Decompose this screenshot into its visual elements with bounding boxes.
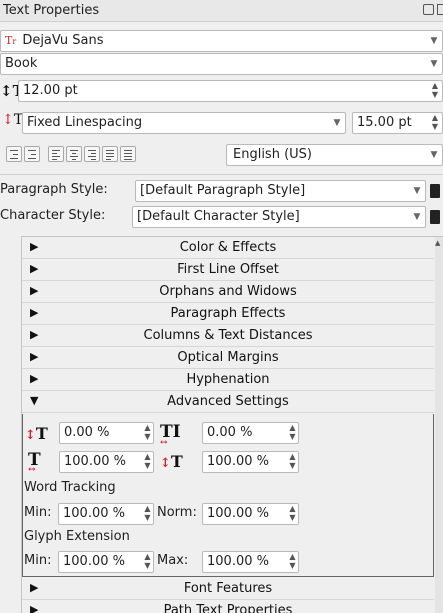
divider <box>0 174 443 175</box>
close-icon[interactable] <box>437 4 443 15</box>
spin-arrows-icon[interactable]: ▲ ▼ <box>141 423 153 443</box>
scale-width-icon: T ↔ <box>28 450 41 475</box>
language-value: English (US) <box>233 147 312 162</box>
spin-arrows-icon[interactable]: ▲ ▼ <box>286 452 298 472</box>
section-label: Hyphenation <box>186 372 270 387</box>
section-label: Paragraph Effects <box>170 306 286 321</box>
language-combo[interactable]: English (US) ▼ <box>226 144 443 166</box>
scale-width-value: 100.00 % <box>64 454 126 469</box>
float-icon[interactable] <box>423 4 434 15</box>
chevron-down-icon: ▼ <box>430 59 438 69</box>
section-optical-margins[interactable]: ▶ Optical Margins <box>22 347 434 369</box>
spin-arrows-icon[interactable]: ▲ ▼ <box>286 423 298 443</box>
spin-arrows-icon[interactable]: ▲ ▼ <box>286 504 298 524</box>
align-justify-icon[interactable] <box>102 146 118 162</box>
section-label: First Line Offset <box>177 262 279 277</box>
section-columns-text-distances[interactable]: ▶ Columns & Text Distances <box>22 325 434 347</box>
chevron-down-icon: ▼ <box>430 150 438 160</box>
indent-decrease-icon[interactable] <box>24 146 40 162</box>
word-min-label: Min: <box>24 505 52 520</box>
character-style-combo[interactable]: [Default Character Style] ▼ <box>132 206 426 228</box>
word-min-value: 100.00 % <box>63 506 125 521</box>
scale-height-field[interactable]: 100.00 % ▲ ▼ <box>202 451 299 473</box>
alignment-row: English (US) ▼ <box>0 143 443 167</box>
paragraph-style-label: Paragraph Style: <box>0 182 108 197</box>
section-color-effects[interactable]: ▶ Color & Effects <box>22 237 434 259</box>
character-style-label: Character Style: <box>0 208 106 223</box>
scroll-up-icon[interactable]: ▲ <box>435 239 440 247</box>
spin-arrows-icon[interactable]: ▲ ▼ <box>141 552 153 572</box>
spin-arrows-icon[interactable]: ▲ ▼ <box>428 113 442 133</box>
font-family-value: DejaVu Sans <box>22 33 104 48</box>
section-first-line-offset[interactable]: ▶ First Line Offset <box>22 259 434 281</box>
section-font-features[interactable]: ▶ Font Features <box>22 578 434 600</box>
paragraph-style-value: [Default Paragraph Style] <box>140 183 306 198</box>
paragraph-style-combo[interactable]: [Default Paragraph Style] ▼ <box>135 180 426 202</box>
spin-arrows-icon[interactable]: ▲ ▼ <box>286 552 298 572</box>
spin-arrows-icon[interactable]: ▲ ▼ <box>141 452 153 472</box>
chevron-down-icon: ▼ <box>413 212 421 222</box>
section-label: Advanced Settings <box>167 394 289 409</box>
align-left-icon[interactable] <box>48 146 64 162</box>
section-path-text-properties[interactable]: ▶ Path Text Properties <box>22 600 434 613</box>
align-right-icon[interactable] <box>84 146 100 162</box>
scale-height-icon: ↕T <box>160 452 183 471</box>
section-paragraph-effects[interactable]: ▶ Paragraph Effects <box>22 303 434 325</box>
chevron-down-icon: ▼ <box>413 186 421 196</box>
baseline-offset-field[interactable]: 0.00 % ▲ ▼ <box>59 422 154 444</box>
spin-arrows-icon[interactable]: ▲ ▼ <box>141 504 153 524</box>
tracking-value: 0.00 % <box>207 425 253 440</box>
tracking-field[interactable]: 0.00 % ▲ ▼ <box>202 422 299 444</box>
section-label: Color & Effects <box>179 240 277 255</box>
font-family-combo[interactable]: Tr DejaVu Sans ▼ <box>0 30 443 52</box>
chevron-down-icon: ▼ <box>333 118 341 128</box>
panel-title: Text Properties <box>3 3 100 18</box>
word-min-field[interactable]: 100.00 % ▲ ▼ <box>58 503 154 525</box>
edit-style-icon[interactable] <box>430 210 440 224</box>
linespacing-value: 15.00 pt <box>357 115 412 130</box>
tracking-icon: TI ↔ <box>160 422 181 448</box>
panel-titlebar: Text Properties <box>0 0 443 22</box>
word-norm-value: 100.00 % <box>207 506 269 521</box>
linespacing-value-field[interactable]: 15.00 pt ▲ ▼ <box>352 112 443 134</box>
word-tracking-label: Word Tracking <box>24 480 116 495</box>
section-label: Optical Margins <box>177 350 279 365</box>
font-size-field[interactable]: 12.00 pt ▲ ▼ <box>18 80 443 102</box>
align-force-justify-icon[interactable] <box>120 146 136 162</box>
character-style-value: [Default Character Style] <box>137 209 300 224</box>
linespacing-icon: ↕T <box>2 112 24 128</box>
font-size-value: 12.00 pt <box>23 83 78 98</box>
glyph-min-field[interactable]: 100.00 % ▲ ▼ <box>58 551 154 573</box>
scale-height-value: 100.00 % <box>207 454 269 469</box>
linespacing-mode-combo[interactable]: Fixed Linespacing ▼ <box>22 112 346 134</box>
glyph-max-value: 100.00 % <box>207 554 269 569</box>
section-label: Orphans and Widows <box>159 284 297 299</box>
word-norm-label: Norm: <box>157 505 197 520</box>
linespacing-mode-value: Fixed Linespacing <box>27 115 143 130</box>
word-norm-field[interactable]: 100.00 % ▲ ▼ <box>202 503 299 525</box>
font-style-combo[interactable]: Book ▼ <box>0 53 443 75</box>
glyph-extension-label: Glyph Extension <box>24 529 130 544</box>
scale-width-field[interactable]: 100.00 % ▲ ▼ <box>59 451 154 473</box>
font-style-value: Book <box>5 56 38 71</box>
glyph-max-label: Max: <box>157 553 189 568</box>
glyph-max-field[interactable]: 100.00 % ▲ ▼ <box>202 551 299 573</box>
section-label: Path Text Properties <box>163 603 293 613</box>
baseline-offset-icon: ↕T <box>25 424 48 443</box>
section-advanced-settings[interactable]: ▼ Advanced Settings <box>22 391 434 413</box>
scrollbar[interactable]: ▲ <box>435 237 443 613</box>
section-label: Font Features <box>183 581 273 596</box>
align-center-icon[interactable] <box>66 146 82 162</box>
glyph-min-label: Min: <box>24 553 52 568</box>
font-type-icon: Tr <box>5 34 17 47</box>
edit-style-icon[interactable] <box>430 184 440 198</box>
section-orphans-widows[interactable]: ▶ Orphans and Widows <box>22 281 434 303</box>
baseline-offset-value: 0.00 % <box>64 425 110 440</box>
section-label: Columns & Text Distances <box>143 328 313 343</box>
spin-arrows-icon[interactable]: ▲ ▼ <box>428 81 442 101</box>
section-hyphenation[interactable]: ▶ Hyphenation <box>22 369 434 391</box>
glyph-min-value: 100.00 % <box>63 554 125 569</box>
chevron-down-icon: ▼ <box>430 36 438 46</box>
indent-increase-icon[interactable] <box>6 146 22 162</box>
